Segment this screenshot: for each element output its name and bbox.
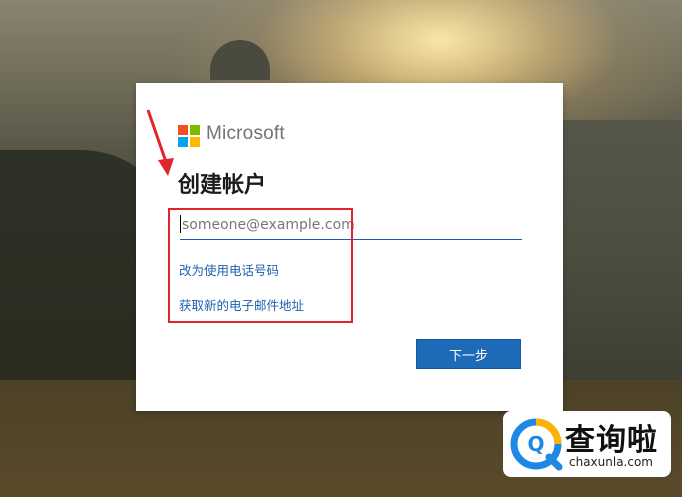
watermark: Q 查询啦 chaxunla.com bbox=[503, 411, 671, 477]
background-city bbox=[560, 120, 682, 380]
microsoft-logo-icon bbox=[178, 125, 200, 147]
watermark-logo-icon: Q bbox=[510, 418, 563, 471]
annotation-arrow-icon bbox=[146, 109, 174, 176]
logo-green-square bbox=[190, 125, 200, 135]
page-title: 创建帐户 bbox=[178, 173, 267, 198]
annotation-highlight-box bbox=[168, 208, 353, 323]
next-button[interactable]: 下一步 bbox=[416, 339, 521, 369]
svg-text:Q: Q bbox=[527, 432, 544, 456]
watermark-url: chaxunla.com bbox=[569, 455, 653, 469]
logo-yellow-square bbox=[190, 137, 200, 147]
background-mountain bbox=[210, 40, 270, 80]
brand-name: Microsoft bbox=[206, 123, 285, 144]
watermark-title: 查询啦 bbox=[565, 423, 658, 458]
